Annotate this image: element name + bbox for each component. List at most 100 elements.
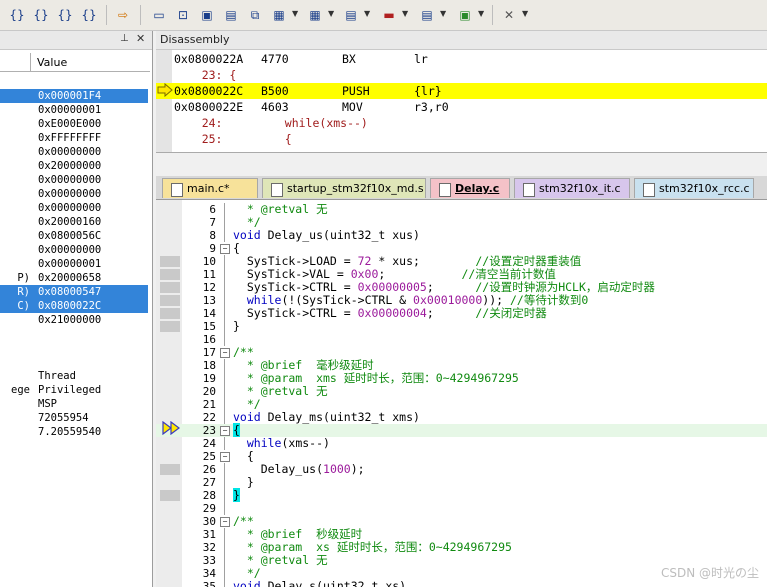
- register-row[interactable]: R) 0x08000547: [0, 285, 148, 299]
- chevron-down-icon[interactable]: ▼: [364, 9, 370, 18]
- step-out-icon[interactable]: {}: [54, 4, 76, 26]
- register-row[interactable]: 0x20000000: [0, 159, 148, 173]
- register-row[interactable]: MSP: [0, 397, 148, 411]
- disassembly-opcode: 4770: [261, 52, 289, 66]
- code-line[interactable]: 8 void Delay_us(uint32_t xus): [156, 229, 767, 242]
- code-line[interactable]: 14 SysTick->CTRL = 0x00000004; //关闭定时器: [156, 307, 767, 320]
- call-stack-window-icon[interactable]: ⧉: [244, 4, 266, 26]
- chevron-down-icon[interactable]: ▼: [522, 9, 528, 18]
- system-viewer-icon[interactable]: ▣: [454, 4, 476, 26]
- disassembly-line[interactable]: 0x0800022E 4603 MOV r3,r0: [156, 99, 767, 115]
- register-row[interactable]: 0x00000000: [0, 173, 148, 187]
- chevron-down-icon[interactable]: ▼: [440, 9, 446, 18]
- breakpoint-margin-mark[interactable]: [160, 256, 180, 267]
- chevron-down-icon[interactable]: ▼: [328, 9, 334, 18]
- registers-window-icon[interactable]: ▤: [220, 4, 242, 26]
- chevron-down-icon[interactable]: ▼: [402, 9, 408, 18]
- line-number: 6: [209, 203, 216, 216]
- code-line[interactable]: 27 }: [156, 476, 767, 489]
- disassembly-address: 0x0800022E: [174, 100, 244, 114]
- tab-stm32f10x-it-c[interactable]: stm32f10x_it.c: [514, 178, 630, 198]
- fold-toggle-icon[interactable]: −: [220, 426, 230, 436]
- register-row[interactable]: 0x000001F4: [0, 89, 148, 103]
- code-line[interactable]: 22 void Delay_ms(uint32_t xms): [156, 411, 767, 424]
- register-row[interactable]: ege Privileged: [0, 383, 148, 397]
- register-row[interactable]: P) 0x20000658: [0, 271, 148, 285]
- toolbox-icon[interactable]: ✕: [498, 4, 520, 26]
- register-row[interactable]: 0x00000000: [0, 145, 148, 159]
- tab-main-c-[interactable]: main.c*: [162, 178, 258, 198]
- register-row[interactable]: 0x00000000: [0, 201, 148, 215]
- tab-stm32f10x-rcc-c[interactable]: stm32f10x_rcc.c: [634, 178, 754, 198]
- disassembly-line[interactable]: 23: {: [156, 67, 767, 83]
- line-number: 35: [202, 580, 216, 587]
- register-row[interactable]: 7.20559540: [0, 425, 148, 439]
- register-row[interactable]: 0x00000001: [0, 103, 148, 117]
- register-value: 0xFFFFFFFF: [38, 132, 102, 144]
- code-editor[interactable]: 6 * @retval 无7 */8 void Delay_us(uint32_t…: [156, 200, 767, 587]
- register-row[interactable]: 72055954: [0, 411, 148, 425]
- breakpoint-margin-mark[interactable]: [160, 321, 180, 332]
- register-row[interactable]: 0x00000000: [0, 243, 148, 257]
- disassembly-pane[interactable]: 0x0800022A 4770 BX lr 23: {0x0800022C B500 PU…: [156, 50, 767, 153]
- disassembly-line[interactable]: 24: while(xms--): [156, 115, 767, 131]
- serial-window-icon[interactable]: ▤: [340, 4, 362, 26]
- register-value: 0x00000000: [38, 174, 102, 186]
- register-row[interactable]: 0xE000E000: [0, 117, 148, 131]
- watch-window-icon[interactable]: ▦: [268, 4, 290, 26]
- fold-toggle-icon[interactable]: −: [220, 244, 230, 254]
- code-line[interactable]: 35 void Delay_s(uint32_t xs): [156, 580, 767, 587]
- disassembly-operands: {lr}: [414, 84, 442, 98]
- fold-guide: [224, 567, 225, 580]
- code-text: }: [233, 319, 240, 333]
- disassembly-line[interactable]: 0x0800022C B500 PUSH {lr}: [156, 83, 767, 99]
- analysis-window-icon[interactable]: ▬: [378, 4, 400, 26]
- memory-window-icon[interactable]: ▦: [304, 4, 326, 26]
- register-row[interactable]: 0x00000001: [0, 257, 148, 271]
- register-row[interactable]: Thread: [0, 369, 148, 383]
- command-window-icon[interactable]: ▭: [148, 4, 170, 26]
- line-number: 15: [202, 320, 216, 333]
- register-value: 7.20559540: [38, 426, 102, 438]
- value-column-header[interactable]: Value: [37, 56, 67, 69]
- breakpoint-margin-mark[interactable]: [160, 282, 180, 293]
- file-icon: [523, 183, 535, 197]
- fold-guide: [224, 294, 225, 307]
- fold-toggle-icon[interactable]: −: [220, 517, 230, 527]
- code-line[interactable]: 28}: [156, 488, 767, 502]
- fold-toggle-icon[interactable]: −: [220, 452, 230, 462]
- breakpoint-margin-mark[interactable]: [160, 490, 180, 501]
- tab-delay-c[interactable]: Delay.c: [430, 178, 510, 198]
- chevron-down-icon[interactable]: ▼: [292, 9, 298, 18]
- symbols-window-icon[interactable]: ▣: [196, 4, 218, 26]
- register-row[interactable]: 0x20000160: [0, 215, 148, 229]
- chevron-down-icon[interactable]: ▼: [478, 9, 484, 18]
- register-row[interactable]: C) 0x0800022C: [0, 299, 148, 313]
- step-over-icon[interactable]: {}: [30, 4, 52, 26]
- disassembly-line[interactable]: 25: {: [156, 131, 767, 147]
- disassembly-address: 0x0800022C: [174, 84, 244, 98]
- code-line[interactable]: 15}: [156, 320, 767, 333]
- breakpoint-margin-mark[interactable]: [160, 295, 180, 306]
- register-row[interactable]: 0x21000000: [0, 313, 148, 327]
- register-row[interactable]: 0x00000000: [0, 187, 148, 201]
- fold-toggle-icon[interactable]: −: [220, 348, 230, 358]
- tab-startup-stm32f10x-md-s[interactable]: startup_stm32f10x_md.s: [262, 178, 426, 198]
- register-value: 0x08000547: [38, 286, 102, 298]
- show-next-statement-icon[interactable]: ⇨: [112, 4, 134, 26]
- register-row[interactable]: 0xFFFFFFFF: [0, 131, 148, 145]
- breakpoint-margin-mark[interactable]: [160, 308, 180, 319]
- disassembly-window-icon[interactable]: ⊡: [172, 4, 194, 26]
- breakpoint-margin-mark[interactable]: [160, 464, 180, 475]
- breakpoint-margin-mark[interactable]: [160, 269, 180, 280]
- register-row[interactable]: 0x0800056C: [0, 229, 148, 243]
- line-number: 24: [202, 437, 216, 450]
- run-to-cursor-icon[interactable]: {}: [78, 4, 100, 26]
- step-icon[interactable]: {}: [6, 4, 28, 26]
- fold-guide: [224, 203, 225, 216]
- pin-icon[interactable]: ⊥: [120, 33, 129, 44]
- close-icon[interactable]: ✕: [136, 32, 145, 45]
- line-number: 28: [202, 489, 216, 502]
- trace-window-icon[interactable]: ▤: [416, 4, 438, 26]
- disassembly-line[interactable]: 0x0800022A 4770 BX lr: [156, 51, 767, 67]
